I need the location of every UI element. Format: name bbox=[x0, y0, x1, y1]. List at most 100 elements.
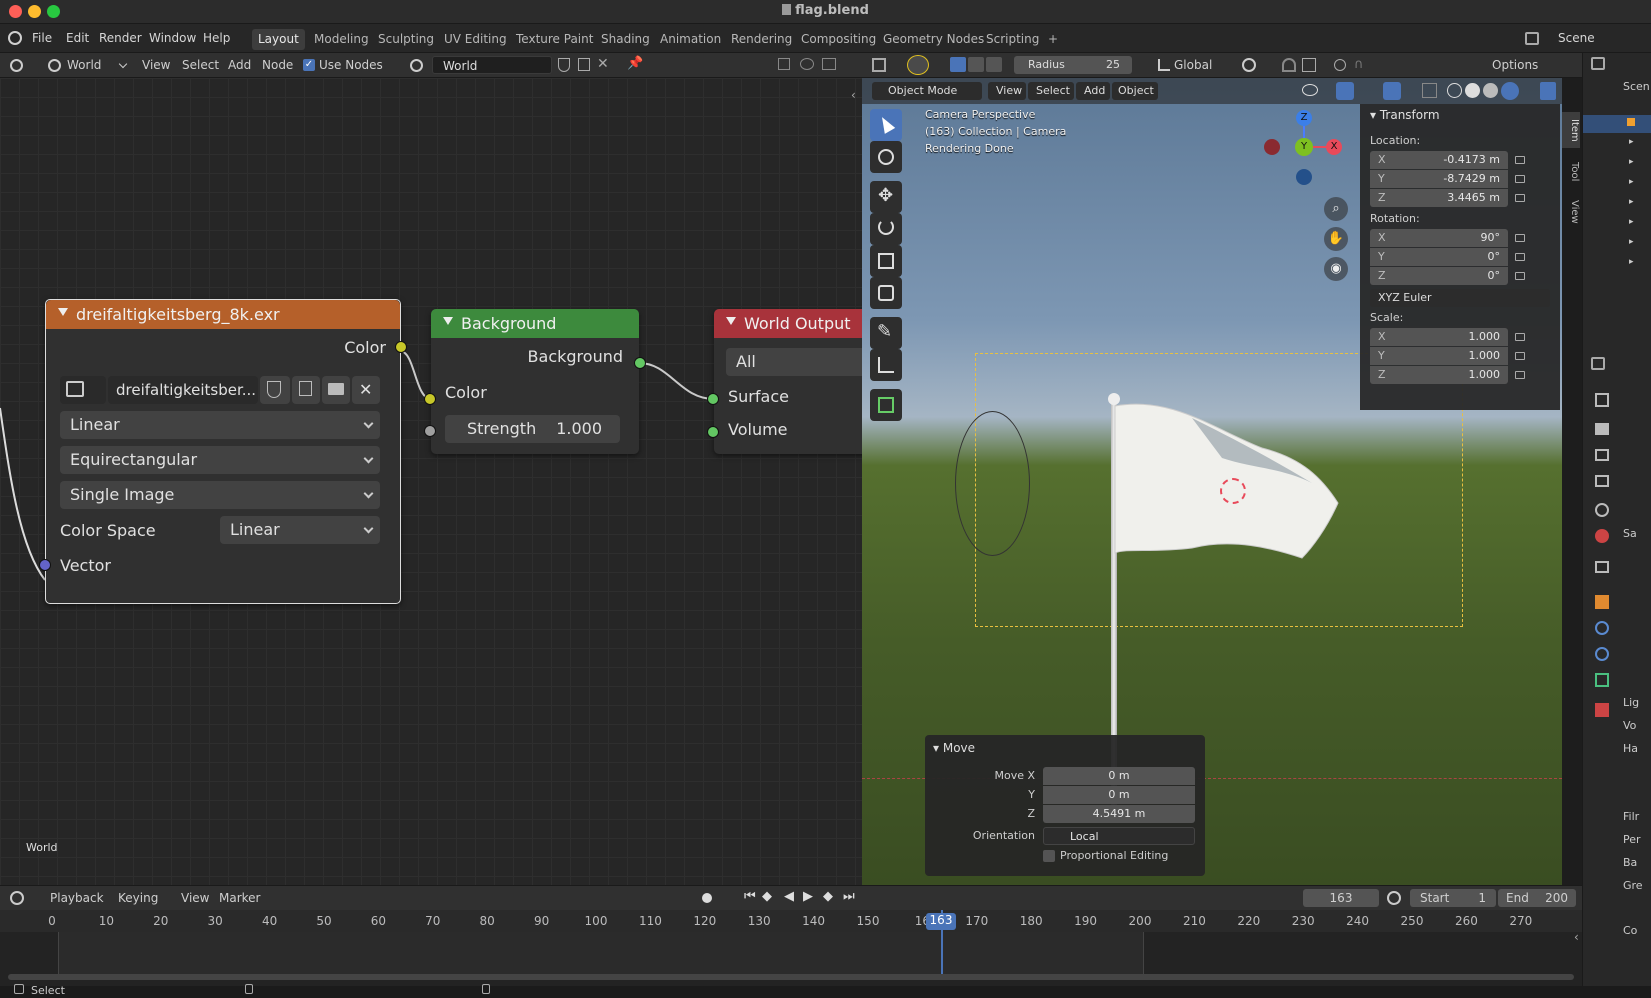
location-y-field[interactable]: Y -8.7429 m bbox=[1370, 170, 1508, 188]
tab-geometry-nodes[interactable]: Geometry Nodes bbox=[877, 29, 990, 50]
mode-select[interactable]: Object Mode bbox=[872, 82, 982, 100]
cursor-tool[interactable] bbox=[870, 141, 902, 173]
play-icon[interactable]: ▶ bbox=[803, 889, 813, 904]
outliner-type-icon[interactable] bbox=[1591, 57, 1605, 70]
interpolation-select[interactable]: Linear bbox=[60, 411, 380, 439]
radius-field[interactable]: Radius 25 bbox=[1014, 56, 1132, 74]
play-reverse-icon[interactable]: ◀ bbox=[784, 889, 794, 904]
falloff-icon[interactable]: ∩ bbox=[1354, 57, 1364, 72]
proportional-edit-icon[interactable] bbox=[1334, 59, 1346, 71]
lock-icon[interactable] bbox=[1515, 352, 1525, 360]
open-image-button[interactable] bbox=[322, 376, 350, 404]
tab-animation[interactable]: Animation bbox=[654, 29, 727, 50]
chevron-left-icon[interactable]: ‹ bbox=[1574, 930, 1579, 944]
lock-icon[interactable] bbox=[1515, 234, 1525, 242]
select-tool-icon[interactable] bbox=[907, 55, 929, 75]
proportional-editing-checkbox[interactable] bbox=[1043, 850, 1055, 862]
scene-name[interactable]: Scene bbox=[1558, 31, 1595, 45]
playhead-frame-label[interactable]: 163 bbox=[926, 913, 956, 930]
input-vector-socket[interactable] bbox=[39, 559, 51, 571]
selection-mode-subtract-icon[interactable] bbox=[986, 57, 1002, 72]
current-frame-field[interactable]: 163 bbox=[1303, 889, 1379, 907]
scene-selector-icon[interactable] bbox=[1525, 32, 1539, 45]
prev-keyframe-icon[interactable]: ◆ bbox=[762, 889, 772, 904]
section-label[interactable]: Co bbox=[1623, 924, 1637, 937]
image-name-field[interactable]: dreifaltigkeitsber... bbox=[108, 376, 258, 404]
gizmo-z-axis[interactable]: Z bbox=[1296, 110, 1312, 126]
rotation-z-field[interactable]: Z 0° bbox=[1370, 267, 1508, 285]
image-browse-button[interactable] bbox=[60, 376, 106, 404]
scene-tab-icon[interactable] bbox=[1595, 503, 1609, 517]
jump-end-icon[interactable]: ⏭ bbox=[843, 889, 855, 904]
tab-sculpting[interactable]: Sculpting bbox=[372, 29, 440, 50]
editor-type-icon[interactable] bbox=[10, 891, 24, 905]
collapse-icon[interactable] bbox=[726, 317, 736, 325]
duplicate-icon[interactable] bbox=[578, 58, 590, 71]
expand-arrow-icon[interactable]: ▸ bbox=[1629, 177, 1634, 187]
timeline-scrollbar[interactable] bbox=[8, 974, 1574, 980]
section-label[interactable]: Ba bbox=[1623, 856, 1637, 869]
collection-tab-icon[interactable] bbox=[1595, 561, 1609, 573]
parent-node-icon[interactable] bbox=[778, 58, 790, 70]
menu-render[interactable]: Render bbox=[99, 31, 142, 45]
selection-mode-new-icon[interactable] bbox=[950, 57, 966, 72]
add-cube-tool[interactable] bbox=[870, 389, 902, 421]
menu-add[interactable]: Add bbox=[228, 58, 251, 72]
menu-edit[interactable]: Edit bbox=[66, 31, 89, 45]
3d-cursor[interactable] bbox=[1220, 478, 1246, 504]
projection-select[interactable]: Equirectangular bbox=[60, 446, 380, 474]
collapse-icon[interactable] bbox=[443, 317, 453, 325]
menu-select[interactable]: Select bbox=[182, 58, 219, 72]
gizmo-y-axis[interactable]: Y bbox=[1295, 138, 1313, 156]
section-label[interactable]: Vo bbox=[1623, 719, 1636, 732]
menu-playback[interactable]: Playback bbox=[50, 891, 104, 905]
sidebar-toggle-arrow-icon[interactable]: ‹ bbox=[851, 88, 856, 102]
editor-type-icon[interactable] bbox=[10, 59, 23, 72]
pause-render-icon[interactable] bbox=[1540, 82, 1556, 100]
menu-select[interactable]: Select bbox=[1028, 82, 1074, 100]
node-header[interactable]: Background bbox=[431, 309, 639, 338]
lock-icon[interactable] bbox=[1515, 194, 1525, 202]
tab-view[interactable]: View bbox=[1562, 196, 1580, 228]
rotation-y-field[interactable]: Y 0° bbox=[1370, 248, 1508, 266]
lock-icon[interactable] bbox=[1515, 333, 1525, 341]
tab-rendering[interactable]: Rendering bbox=[725, 29, 798, 50]
pivot-point-icon[interactable] bbox=[1242, 58, 1256, 72]
pan-hand-icon[interactable]: ✋ bbox=[1324, 227, 1348, 251]
move-tool[interactable]: ✥ bbox=[870, 181, 902, 213]
shading-rendered-icon[interactable] bbox=[1501, 82, 1519, 100]
rotation-mode-select[interactable]: XYZ Euler bbox=[1370, 289, 1550, 307]
blender-logo-icon[interactable] bbox=[8, 31, 22, 45]
menu-view[interactable]: View bbox=[142, 58, 170, 72]
rotation-x-field[interactable]: X 90° bbox=[1370, 229, 1508, 247]
output-tab-icon[interactable] bbox=[1595, 449, 1609, 461]
unlink-image-button[interactable]: ✕ bbox=[352, 376, 380, 404]
output-color-socket[interactable] bbox=[395, 341, 407, 353]
menu-window[interactable]: Window bbox=[149, 31, 196, 45]
zoom-icon[interactable]: ⌕ bbox=[1324, 197, 1348, 221]
move-x-field[interactable]: 0 m bbox=[1043, 767, 1195, 785]
camera-view-icon[interactable]: ◉ bbox=[1324, 257, 1348, 281]
select-box-tool[interactable] bbox=[870, 109, 902, 141]
physics-tab-icon[interactable] bbox=[1595, 647, 1609, 661]
menu-node[interactable]: Node bbox=[262, 58, 293, 72]
tool-tab-icon[interactable] bbox=[1595, 393, 1609, 407]
expand-arrow-icon[interactable]: ▸ bbox=[1629, 137, 1634, 147]
move-z-field[interactable]: 4.5491 m bbox=[1043, 805, 1195, 823]
constraint-tab-icon[interactable] bbox=[1595, 673, 1609, 687]
world-output-node[interactable]: World Output All Surface Volume bbox=[707, 309, 862, 454]
section-label[interactable]: Per bbox=[1623, 833, 1641, 846]
world-tab-icon[interactable] bbox=[1595, 529, 1609, 543]
clock-icon[interactable] bbox=[1387, 891, 1401, 905]
end-frame-field[interactable]: End 200 bbox=[1498, 889, 1576, 907]
menu-help[interactable]: Help bbox=[203, 31, 230, 45]
lock-icon[interactable] bbox=[1515, 253, 1525, 261]
annotate-tool[interactable]: ✎ bbox=[870, 317, 902, 349]
snap-icon[interactable] bbox=[1282, 58, 1296, 72]
snap-icon[interactable] bbox=[800, 58, 814, 70]
visibility-icon[interactable] bbox=[1302, 84, 1318, 96]
section-label[interactable]: Sa bbox=[1623, 527, 1637, 540]
tab-item[interactable]: Item bbox=[1562, 112, 1580, 148]
lock-icon[interactable] bbox=[1515, 272, 1525, 280]
menu-view[interactable]: View bbox=[988, 82, 1026, 100]
